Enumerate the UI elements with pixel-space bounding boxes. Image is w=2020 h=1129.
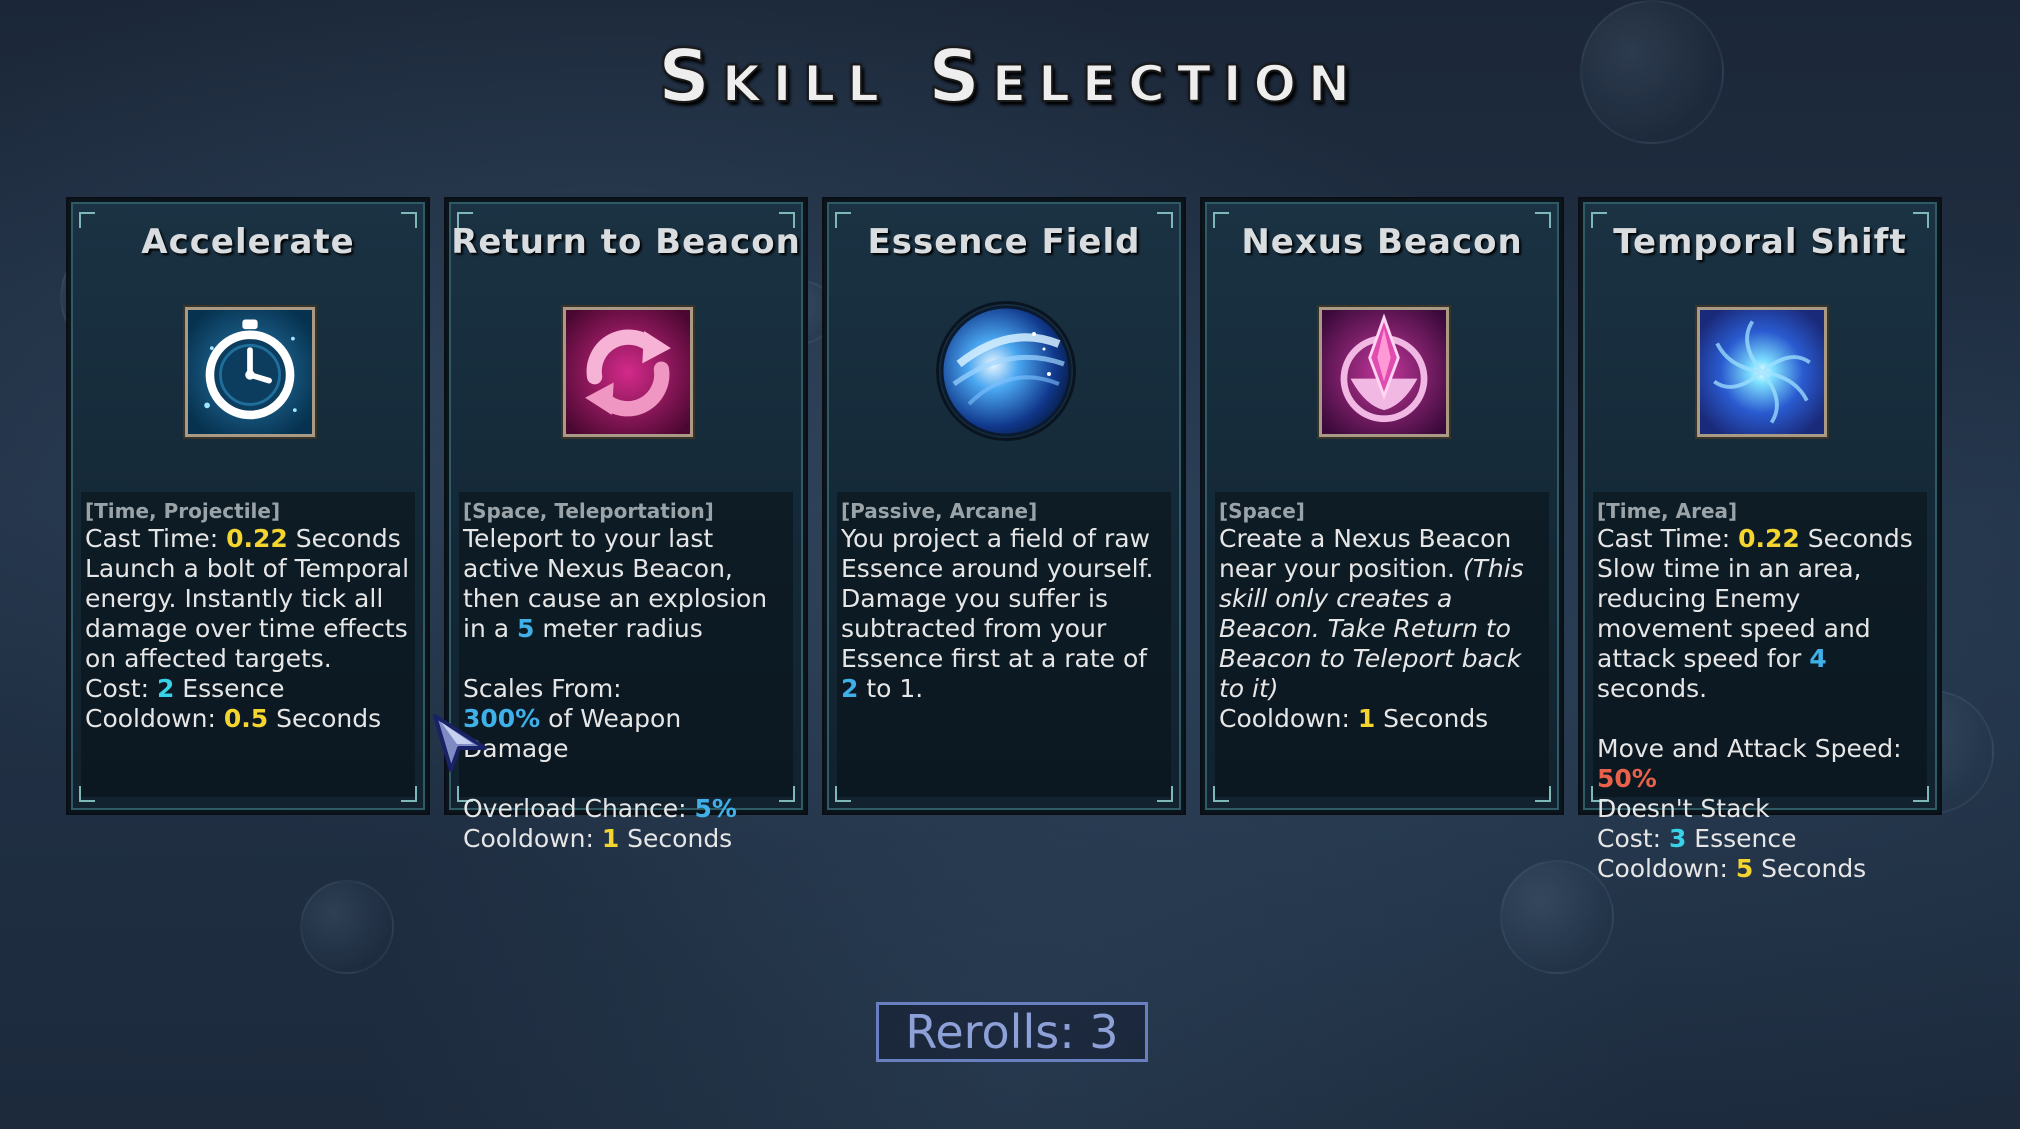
- cast-time-line: Cast Time: 0.22 Seconds: [85, 524, 401, 553]
- skill-description: [Space] Create a Nexus Beacon near your …: [1215, 492, 1549, 797]
- skill-body-text: Create a Nexus Beacon near your position…: [1219, 524, 1524, 703]
- rerolls-button[interactable]: Rerolls: 3: [876, 1002, 1148, 1062]
- skill-name: Accelerate: [141, 222, 355, 262]
- background-bubble: [300, 880, 394, 974]
- skill-description: [Passive, Arcane] You project a field of…: [837, 492, 1171, 797]
- skill-card-essence-field[interactable]: Essence Field [Passive, Arcane] You proj…: [824, 199, 1184, 813]
- skill-body-text: Teleport to your last active Nexus Beaco…: [463, 524, 768, 643]
- cooldown-line: Cooldown: 1 Seconds: [463, 824, 733, 853]
- skill-body-text: Launch a bolt of Temporal energy. Instan…: [85, 554, 410, 673]
- skill-card-return-to-beacon[interactable]: Return to Beacon [Space, Teleportation] …: [446, 199, 806, 853]
- skill-name: Nexus Beacon: [1241, 222, 1523, 262]
- skill-tags: [Passive, Arcane]: [841, 499, 1038, 523]
- scales-from-line: 300% of Weapon Damage: [463, 704, 682, 763]
- skill-card-nexus-beacon[interactable]: Nexus Beacon [Space] Create a Nexus Beac…: [1202, 199, 1562, 813]
- skill-name: Return to Beacon: [451, 222, 801, 262]
- return-arrows-icon: [563, 307, 693, 437]
- skill-card-list: Accelerate [Time, Projectile] Cast Time:…: [68, 199, 1948, 883]
- skill-tags: [Time, Area]: [1597, 499, 1738, 523]
- cost-line: Cost: 2 Essence: [85, 674, 285, 703]
- skill-card-accelerate[interactable]: Accelerate [Time, Projectile] Cast Time:…: [68, 199, 428, 813]
- overload-chance-line: Overload Chance: 5%: [463, 794, 737, 823]
- skill-name: Temporal Shift: [1613, 222, 1907, 262]
- cost-line: Cost: 3 Essence: [1597, 824, 1797, 853]
- cast-time-line: Cast Time: 0.22 Seconds: [1597, 524, 1913, 553]
- nexus-crystal-icon: [1319, 307, 1449, 437]
- skill-body-text: Slow time in an area, reducing Enemy mov…: [1597, 554, 1871, 703]
- cooldown-line: Cooldown: 1 Seconds: [1219, 704, 1489, 733]
- cooldown-line: Cooldown: 0.5 Seconds: [85, 704, 382, 733]
- stack-line: Doesn't Stack: [1597, 794, 1770, 823]
- skill-tags: [Space]: [1219, 499, 1305, 523]
- skill-body-text: You project a field of raw Essence aroun…: [841, 524, 1154, 703]
- skill-tags: [Time, Projectile]: [85, 499, 281, 523]
- skill-tags: [Space, Teleportation]: [463, 499, 714, 523]
- essence-orb-icon: [939, 304, 1073, 438]
- skill-description: [Time, Projectile] Cast Time: 0.22 Secon…: [81, 492, 415, 797]
- skill-description: [Space, Teleportation] Teleport to your …: [459, 492, 793, 853]
- slow-line: Move and Attack Speed: 50%: [1597, 734, 1902, 793]
- skill-name: Essence Field: [867, 222, 1141, 262]
- scales-from-label: Scales From:: [463, 674, 622, 703]
- mouse-cursor-icon: [433, 714, 493, 774]
- skill-card-temporal-shift[interactable]: Temporal Shift [Time, Area] Cast Time: 0…: [1580, 199, 1940, 883]
- page-title: Skill Selection: [657, 33, 1362, 119]
- cooldown-line: Cooldown: 5 Seconds: [1597, 854, 1867, 883]
- skill-description: [Time, Area] Cast Time: 0.22 Seconds Slo…: [1593, 492, 1927, 883]
- stopwatch-icon: [185, 307, 315, 437]
- vortex-icon: [1697, 307, 1827, 437]
